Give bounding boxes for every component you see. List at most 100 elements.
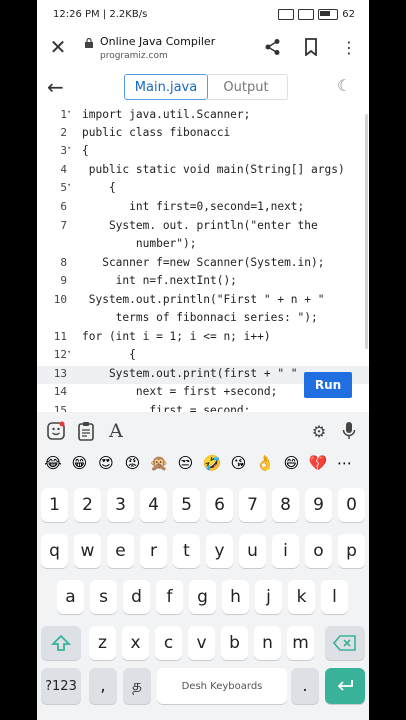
key-1[interactable]: 1 — [41, 488, 68, 522]
emoji-key[interactable]: 😡 — [121, 454, 145, 472]
key-8[interactable]: 8 — [272, 488, 299, 522]
code-text: public class fibonacci — [82, 126, 231, 139]
key-c[interactable]: c — [155, 626, 182, 660]
share-icon[interactable] — [263, 36, 283, 58]
code-text: import java.util.Scanner; — [82, 108, 251, 121]
key-i[interactable]: i — [272, 534, 299, 568]
key-k[interactable]: k — [288, 580, 315, 614]
key-5[interactable]: 5 — [173, 488, 200, 522]
fold-arrow-icon[interactable]: ▾ — [67, 144, 71, 152]
key-j[interactable]: j — [255, 580, 282, 614]
tab-main-java[interactable]: Main.java — [124, 74, 208, 100]
phone-screen: 12:26 PM | 2.2KB/s 62 ✕ Online Java Comp… — [37, 0, 369, 720]
key-q[interactable]: q — [41, 534, 68, 568]
code-text: number"); — [82, 237, 197, 250]
editor-tab-bar: ← Main.java Output ☾ — [37, 70, 369, 107]
key-2[interactable]: 2 — [74, 488, 101, 522]
emoji-key[interactable]: ⋯ — [333, 454, 357, 472]
emoji-key[interactable]: 🤣 — [200, 454, 224, 472]
line-number: 3 — [60, 144, 67, 157]
key-7[interactable]: 7 — [239, 488, 266, 522]
battery-icon — [318, 9, 339, 20]
key-p[interactable]: p — [338, 534, 365, 568]
font-style-icon[interactable]: A — [105, 420, 127, 442]
key-v[interactable]: v — [188, 626, 215, 660]
key-l[interactable]: l — [321, 580, 348, 614]
backspace-key[interactable] — [325, 626, 365, 660]
fold-arrow-icon[interactable]: ▾ — [67, 348, 71, 356]
keyboard-toolbar: A ⚙ — [37, 412, 369, 450]
key-6[interactable]: 6 — [206, 488, 233, 522]
enter-arrow-icon — [337, 680, 353, 691]
emoji-key[interactable]: 😒 — [174, 454, 198, 472]
code-text: System.out.print(first + " " — [82, 367, 298, 380]
microphone-icon[interactable] — [338, 420, 360, 442]
key-0[interactable]: 0 — [338, 488, 365, 522]
close-icon[interactable]: ✕ — [47, 36, 69, 58]
tab-output[interactable]: Output — [205, 74, 288, 100]
line-number: 15 — [53, 404, 67, 412]
key-b[interactable]: b — [221, 626, 248, 660]
line-number: 5 — [60, 181, 67, 194]
code-text: { — [82, 144, 89, 157]
key-e[interactable]: e — [107, 534, 134, 568]
run-button[interactable]: Run — [304, 372, 352, 398]
symbols-key[interactable]: ?123 — [41, 668, 81, 704]
comma-key[interactable]: , — [89, 668, 117, 704]
key-m[interactable]: m — [287, 626, 314, 660]
battery-level: 62 — [342, 9, 355, 20]
clipboard-icon[interactable] — [75, 420, 97, 442]
shift-key[interactable] — [41, 626, 81, 660]
emoji-key[interactable]: 😍 — [94, 454, 118, 472]
fold-arrow-icon[interactable]: ▾ — [67, 181, 71, 189]
moon-icon[interactable]: ☾ — [337, 76, 357, 96]
code-text: first = second; — [82, 404, 251, 412]
key-g[interactable]: g — [189, 580, 216, 614]
key-w[interactable]: w — [74, 534, 101, 568]
bookmark-icon[interactable] — [301, 36, 321, 58]
emoji-key[interactable]: 😄 — [280, 454, 304, 472]
emoji-key[interactable]: 😂 — [41, 454, 65, 472]
status-icons: 62 — [278, 9, 355, 20]
code-editor[interactable]: 1 ▾ import java.util.Scanner; 2 public class… — [37, 106, 369, 412]
key-z[interactable]: z — [89, 626, 116, 660]
back-arrow-icon[interactable]: ← — [47, 76, 69, 98]
key-n[interactable]: n — [254, 626, 281, 660]
key-t[interactable]: t — [173, 534, 200, 568]
key-y[interactable]: y — [206, 534, 233, 568]
space-bar[interactable]: Desh Keyboards — [157, 668, 287, 704]
emoji-key[interactable]: 😁 — [68, 454, 92, 472]
enter-key[interactable] — [325, 668, 365, 704]
emoji-key[interactable]: 🙊 — [147, 454, 171, 472]
key-u[interactable]: u — [239, 534, 266, 568]
page-title: Online Java Compiler — [100, 35, 216, 48]
line-number: 8 — [60, 256, 67, 269]
sticker-icon[interactable] — [45, 420, 67, 442]
emoji-key[interactable]: 💔 — [306, 454, 330, 472]
key-f[interactable]: f — [156, 580, 183, 614]
browser-bar: ✕ Online Java Compiler programiz.com ⋮ — [37, 30, 369, 68]
space-bar-label: Desh Keyboards — [181, 680, 263, 692]
key-a[interactable]: a — [57, 580, 84, 614]
key-x[interactable]: x — [122, 626, 149, 660]
code-text: terms of fibonnaci series: "); — [82, 311, 318, 324]
key-3[interactable]: 3 — [107, 488, 134, 522]
settings-gear-icon[interactable]: ⚙ — [308, 420, 330, 442]
key-s[interactable]: s — [90, 580, 117, 614]
code-text: int first=0,second=1,next; — [82, 200, 305, 213]
key-o[interactable]: o — [305, 534, 332, 568]
fold-arrow-icon[interactable]: ▾ — [67, 108, 71, 116]
more-icon[interactable]: ⋮ — [339, 36, 359, 58]
key-d[interactable]: d — [123, 580, 150, 614]
line-number: 10 — [53, 293, 67, 306]
emoji-key[interactable]: 👌 — [253, 454, 277, 472]
key-r[interactable]: r — [140, 534, 167, 568]
key-h[interactable]: h — [222, 580, 249, 614]
emoji-key[interactable]: 😘 — [227, 454, 251, 472]
editor-scrollbar[interactable] — [365, 114, 368, 349]
key-4[interactable]: 4 — [140, 488, 167, 522]
language-key[interactable]: த — [123, 668, 151, 704]
period-key[interactable]: . — [291, 668, 319, 704]
key-9[interactable]: 9 — [305, 488, 332, 522]
keyboard: A ⚙ 😂 😁 😍 😡 🙊 😒 🤣 😘 👌 😄 💔 ⋯ 1234567890 qwertyuiop asd… — [37, 412, 369, 720]
